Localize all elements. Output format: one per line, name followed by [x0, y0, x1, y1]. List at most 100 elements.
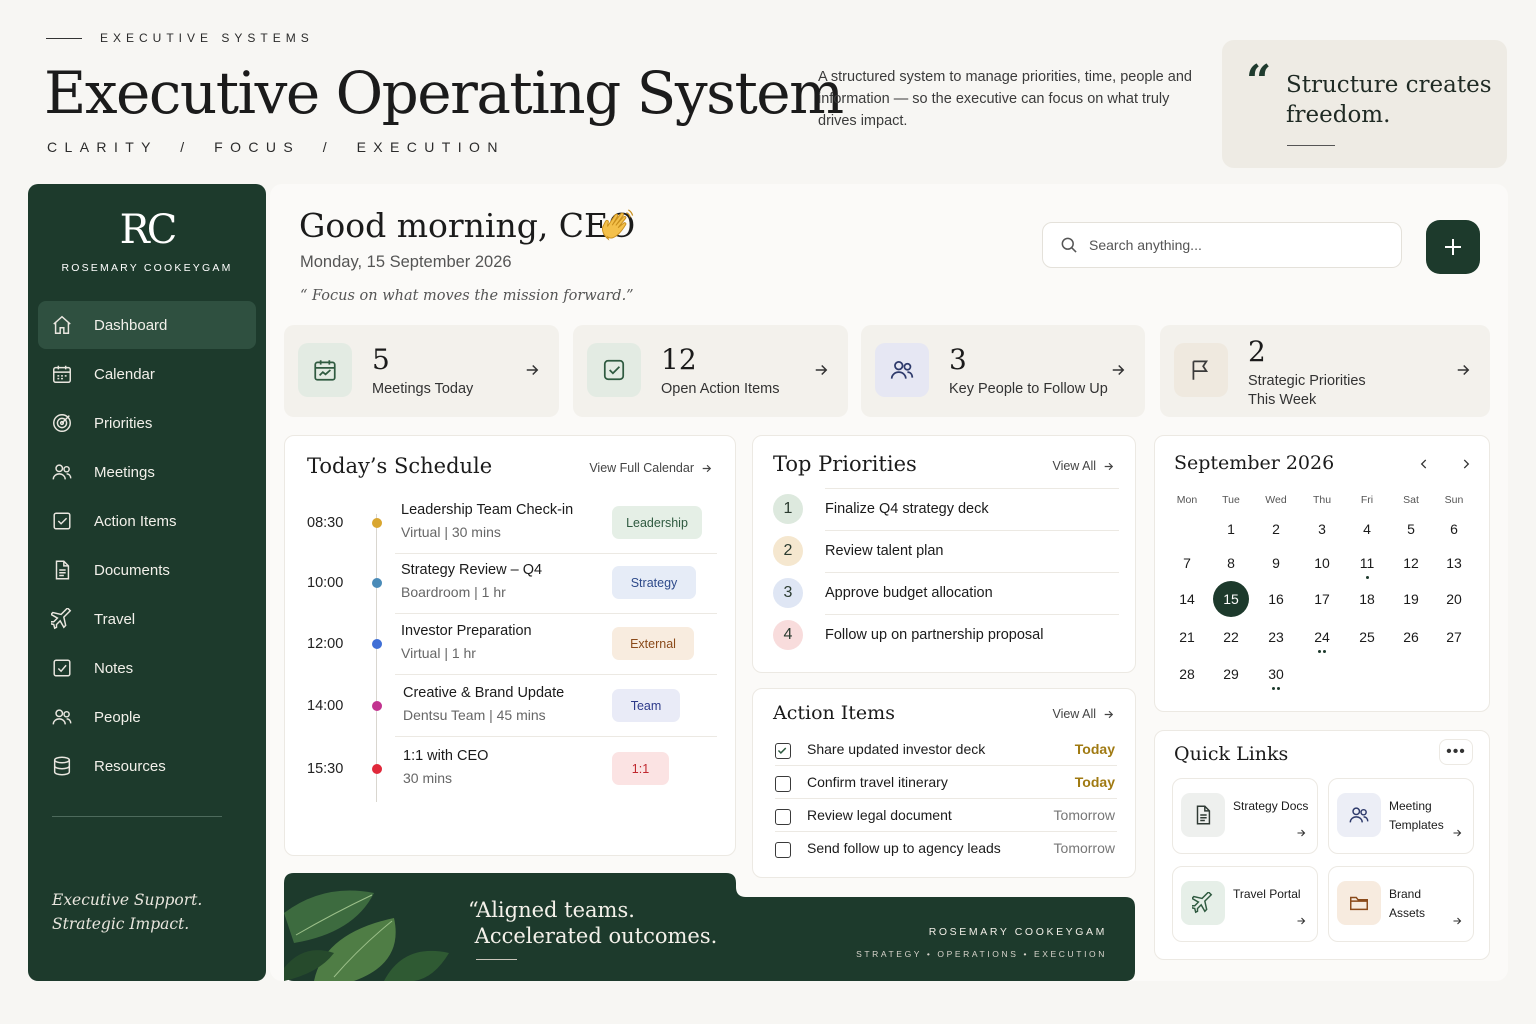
calendar-day[interactable]: 21: [1167, 629, 1207, 645]
calendar-day[interactable]: 26: [1391, 629, 1431, 645]
priority-text[interactable]: Review talent plan: [825, 543, 944, 559]
stat-label: Key People to Follow Up: [949, 381, 1108, 397]
section-title: Today’s Schedule: [307, 454, 493, 478]
timeline-dot: [372, 639, 382, 649]
quick-link-meeting-templates[interactable]: Meeting Templates: [1328, 778, 1474, 854]
calendar-day[interactable]: 23: [1256, 629, 1296, 645]
stat-card-action-items[interactable]: 12 Open Action Items: [573, 325, 848, 417]
calendar-day[interactable]: 15: [1211, 591, 1251, 607]
sidebar-item-label: Calendar: [94, 365, 155, 383]
weekday-label: Fri: [1360, 494, 1374, 506]
action-checkbox[interactable]: [775, 842, 791, 858]
calendar-day[interactable]: 27: [1434, 629, 1474, 645]
calendar-day[interactable]: 25: [1347, 629, 1387, 645]
sidebar-item-travel[interactable]: Travel: [38, 595, 256, 643]
priority-divider: [825, 572, 1119, 573]
calendar-day[interactable]: 19: [1391, 591, 1431, 607]
action-checkbox[interactable]: [775, 743, 791, 759]
current-date: Monday, 15 September 2026: [300, 253, 512, 271]
calendar-day[interactable]: 22: [1211, 629, 1251, 645]
search-input[interactable]: [1089, 237, 1389, 253]
sidebar-item-meetings[interactable]: Meetings: [38, 448, 256, 496]
schedule-item[interactable]: 15:30 1:1 with CEO 30 mins 1:1: [285, 748, 737, 808]
search-box[interactable]: [1042, 222, 1402, 268]
quick-link-travel-portal[interactable]: Travel Portal: [1172, 866, 1318, 942]
quote-card: “ Structure creates freedom.: [1222, 40, 1507, 168]
calendar-day[interactable]: 20: [1434, 591, 1474, 607]
sidebar-item-calendar[interactable]: Calendar: [38, 350, 256, 398]
chevron-left-icon[interactable]: [1417, 456, 1431, 472]
calendar-day[interactable]: 6: [1434, 521, 1474, 537]
calendar-day[interactable]: 10: [1302, 555, 1342, 571]
calendar-day[interactable]: 4: [1347, 521, 1387, 537]
calendar-day[interactable]: 16: [1256, 591, 1296, 607]
airplane-icon: [51, 608, 73, 630]
schedule-time: 08:30: [307, 515, 344, 531]
event-dot: [1272, 687, 1275, 690]
sidebar-item-resources[interactable]: Resources: [38, 742, 256, 790]
priority-divider: [825, 614, 1119, 615]
quote-mark-icon: “: [1246, 56, 1272, 107]
calendar-day[interactable]: 8: [1211, 555, 1251, 571]
stat-card-key-people[interactable]: 3 Key People to Follow Up: [861, 325, 1145, 417]
priority-text[interactable]: Finalize Q4 strategy deck: [825, 501, 989, 517]
eyebrow-text: EXECUTIVE SYSTEMS: [100, 31, 314, 45]
section-title: Top Priorities: [773, 452, 917, 476]
priority-text[interactable]: Approve budget allocation: [825, 585, 993, 601]
calendar-day[interactable]: 12: [1391, 555, 1431, 571]
calendar-day[interactable]: 28: [1167, 666, 1207, 682]
calendar-month: September 2026: [1174, 452, 1335, 474]
calendar-day[interactable]: 9: [1256, 555, 1296, 571]
calendar-day[interactable]: 5: [1391, 521, 1431, 537]
arrow-right-icon: [1451, 915, 1463, 927]
sidebar-divider: [52, 816, 222, 817]
action-checkbox[interactable]: [775, 809, 791, 825]
stat-card-meetings[interactable]: 5 Meetings Today: [284, 325, 559, 417]
calendar-day[interactable]: 2: [1256, 521, 1296, 537]
sidebar-item-action-items[interactable]: Action Items: [38, 497, 256, 545]
action-text: Send follow up to agency leads: [807, 840, 1001, 856]
action-checkbox[interactable]: [775, 776, 791, 792]
sidebar-item-dashboard[interactable]: Dashboard: [38, 301, 256, 349]
search-icon: [1059, 235, 1079, 255]
view-full-calendar-link[interactable]: View Full Calendar: [589, 461, 713, 475]
weekday-label: Thu: [1312, 494, 1332, 506]
calendar-day[interactable]: 14: [1167, 591, 1207, 607]
greeting: Good morning, CEO: [299, 206, 636, 245]
calendar-day[interactable]: 24: [1302, 629, 1342, 645]
priority-divider: [825, 488, 1119, 489]
schedule-divider: [395, 674, 717, 675]
quick-link-label: Strategy Docs: [1233, 799, 1309, 813]
sidebar-item-notes[interactable]: Notes: [38, 644, 256, 692]
add-button[interactable]: [1426, 220, 1480, 274]
calendar-day[interactable]: 13: [1434, 555, 1474, 571]
more-icon[interactable]: •••: [1439, 739, 1473, 765]
priority-text[interactable]: Follow up on partnership proposal: [825, 627, 1043, 643]
view-all-actions-link[interactable]: View All: [1052, 707, 1115, 721]
action-text: Confirm travel itinerary: [807, 774, 948, 790]
sidebar-item-priorities[interactable]: Priorities: [38, 399, 256, 447]
calendar-day[interactable]: 1: [1211, 521, 1251, 537]
action-divider: [775, 798, 1117, 799]
event-dot: [1318, 650, 1321, 653]
arrow-right-icon: [523, 361, 541, 379]
sidebar-item-documents[interactable]: Documents: [38, 546, 256, 594]
stat-label: Meetings Today: [372, 381, 474, 397]
banner-underline: [476, 959, 517, 960]
calendar-day[interactable]: 30: [1256, 666, 1296, 682]
quick-link-strategy-docs[interactable]: Strategy Docs: [1172, 778, 1318, 854]
calendar-day[interactable]: 3: [1302, 521, 1342, 537]
calendar-day[interactable]: 29: [1211, 666, 1251, 682]
stat-card-strategic-priorities[interactable]: 2 Strategic Priorities This Week: [1160, 325, 1490, 417]
calendar-day[interactable]: 18: [1347, 591, 1387, 607]
quick-link-brand-assets[interactable]: Brand Assets: [1328, 866, 1474, 942]
calendar-day[interactable]: 7: [1167, 555, 1207, 571]
calendar-day[interactable]: 11: [1347, 555, 1387, 571]
view-all-priorities-link[interactable]: View All: [1052, 459, 1115, 473]
stat-value: 12: [661, 343, 697, 376]
calendar-day[interactable]: 17: [1302, 591, 1342, 607]
chevron-right-icon[interactable]: [1459, 456, 1473, 472]
sidebar-item-people[interactable]: People: [38, 693, 256, 741]
weekday-label: Wed: [1265, 494, 1287, 506]
folder-icon: [1337, 881, 1381, 925]
